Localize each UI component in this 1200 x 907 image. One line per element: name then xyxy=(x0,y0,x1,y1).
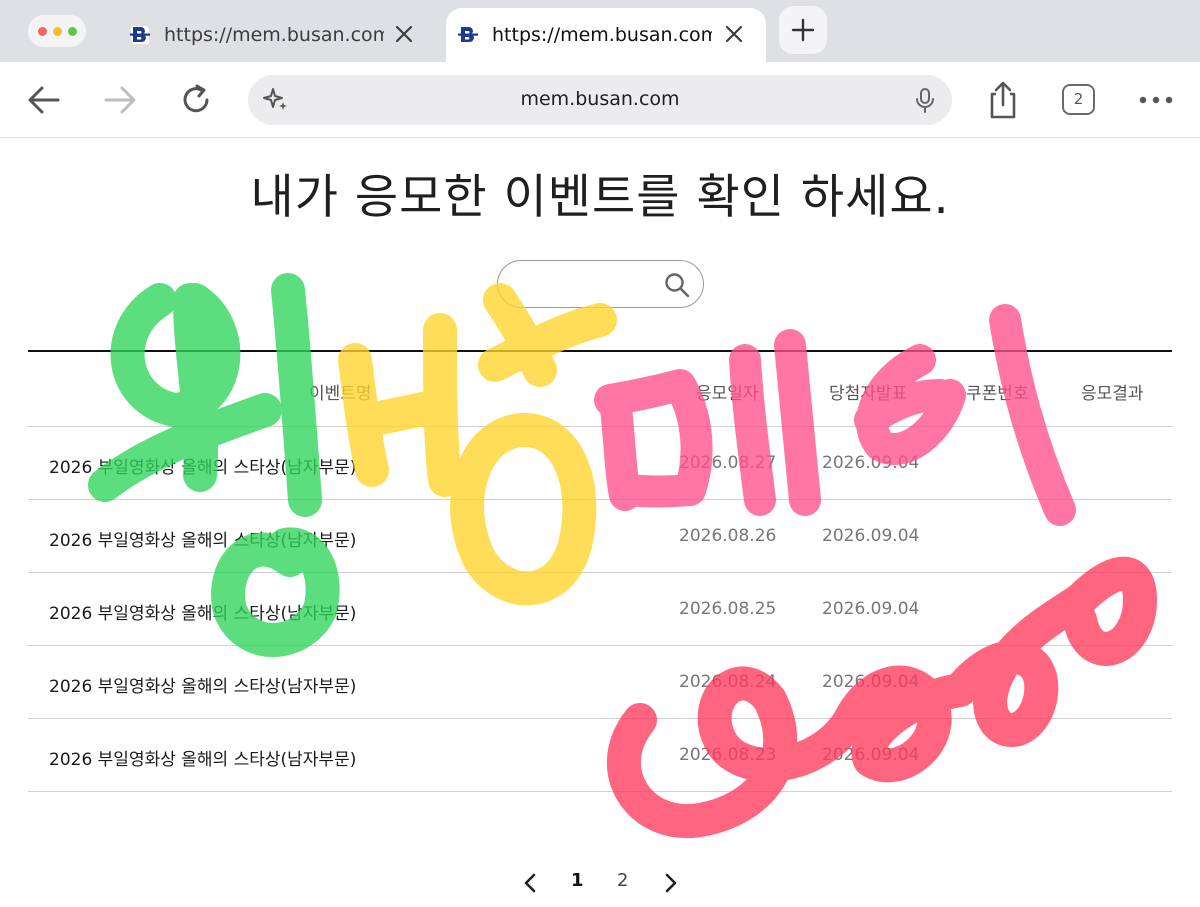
tab-strip: https://mem.busan.com/ https://mem.busan… xyxy=(0,0,1200,62)
minimize-window-dot[interactable] xyxy=(52,26,62,36)
tab-title: https://mem.busan.com/ xyxy=(492,24,712,46)
tab-2[interactable]: https://mem.busan.com/ xyxy=(446,8,766,62)
new-tab-button[interactable] xyxy=(779,6,827,54)
browser-toolbar: mem.busan.com 2 xyxy=(0,62,1200,138)
address-bar[interactable]: mem.busan.com xyxy=(248,75,952,125)
pagination: 1 2 xyxy=(0,868,1200,898)
header-winner-date: 당첨자발표 xyxy=(829,384,908,404)
reload-icon xyxy=(183,84,209,113)
winner-date-cell: 2026.09.04 xyxy=(822,745,920,765)
tab-count-button[interactable]: 2 xyxy=(1062,84,1095,115)
table-row[interactable]: 2026 부일영화상 올해의 스타상(남자부문) 2026.08.26 2026… xyxy=(28,500,1172,573)
table-row[interactable]: 2026 부일영화상 올해의 스타상(남자부문) 2026.08.23 2026… xyxy=(28,719,1172,792)
reload-button[interactable] xyxy=(176,80,216,120)
maximize-window-dot[interactable] xyxy=(67,26,77,36)
apply-date-cell: 2026.08.27 xyxy=(679,453,777,473)
event-name-cell[interactable]: 2026 부일영화상 올해의 스타상(남자부문) xyxy=(49,672,356,697)
prev-page-icon[interactable] xyxy=(519,871,543,895)
search-input[interactable] xyxy=(514,271,654,297)
page-link-2[interactable]: 2 xyxy=(617,870,628,891)
next-page-icon[interactable] xyxy=(658,871,682,895)
plus-icon xyxy=(791,18,815,42)
header-event-name: 이벤트명 xyxy=(309,384,372,404)
apply-date-cell: 2026.08.26 xyxy=(679,526,777,546)
search-box[interactable] xyxy=(497,260,704,308)
microphone-icon[interactable] xyxy=(912,86,938,114)
winner-date-cell: 2026.09.04 xyxy=(822,672,920,692)
apply-date-cell: 2026.08.23 xyxy=(679,745,777,765)
close-tab-icon[interactable] xyxy=(722,22,746,46)
back-button[interactable] xyxy=(24,82,64,118)
share-icon xyxy=(990,81,1016,119)
more-menu-button[interactable] xyxy=(1136,88,1176,112)
event-name-cell[interactable]: 2026 부일영화상 올해의 스타상(남자부문) xyxy=(49,453,356,478)
busan-favicon-icon xyxy=(130,26,150,44)
event-name-cell[interactable]: 2026 부일영화상 올해의 스타상(남자부문) xyxy=(49,745,356,770)
close-tab-icon[interactable] xyxy=(392,22,416,46)
winner-date-cell: 2026.09.04 xyxy=(822,599,920,619)
event-table: 이벤트명 응모일자 당첨자발표 쿠폰번호 응모결과 2026 부일영화상 올해의… xyxy=(28,350,1172,792)
table-row[interactable]: 2026 부일영화상 올해의 스타상(남자부문) 2026.08.25 2026… xyxy=(28,573,1172,646)
more-dots-icon xyxy=(1139,96,1173,104)
apply-date-cell: 2026.08.25 xyxy=(679,599,777,619)
busan-favicon-icon xyxy=(458,26,478,44)
header-coupon: 쿠폰번호 xyxy=(966,384,1029,404)
tab-1[interactable]: https://mem.busan.com/ xyxy=(118,8,436,62)
table-header: 이벤트명 응모일자 당첨자발표 쿠폰번호 응모결과 xyxy=(28,350,1172,427)
winner-date-cell: 2026.09.04 xyxy=(822,453,920,473)
close-window-dot[interactable] xyxy=(37,26,47,36)
page-title: 내가 응모한 이벤트를 확인 하세요. xyxy=(250,170,950,225)
event-name-cell[interactable]: 2026 부일영화상 올해의 스타상(남자부문) xyxy=(49,599,356,624)
event-name-cell[interactable]: 2026 부일영화상 올해의 스타상(남자부문) xyxy=(49,526,356,551)
window-controls[interactable] xyxy=(28,15,86,47)
address-text: mem.busan.com xyxy=(520,88,680,110)
table-row[interactable]: 2026 부일영화상 올해의 스타상(남자부문) 2026.08.24 2026… xyxy=(28,646,1172,719)
share-button[interactable] xyxy=(984,78,1022,122)
arrow-left-icon xyxy=(28,86,60,114)
arrow-right-icon xyxy=(104,86,136,114)
forward-button[interactable] xyxy=(100,82,140,118)
tab-title: https://mem.busan.com/ xyxy=(164,24,384,46)
search-icon[interactable] xyxy=(663,271,691,299)
winner-date-cell: 2026.09.04 xyxy=(822,526,920,546)
page-link-1[interactable]: 1 xyxy=(571,870,584,891)
header-apply-date: 응모일자 xyxy=(696,384,759,404)
table-row[interactable]: 2026 부일영화상 올해의 스타상(남자부문) 2026.08.27 2026… xyxy=(28,427,1172,500)
apply-date-cell: 2026.08.24 xyxy=(679,672,777,692)
header-result: 응모결과 xyxy=(1081,384,1144,404)
